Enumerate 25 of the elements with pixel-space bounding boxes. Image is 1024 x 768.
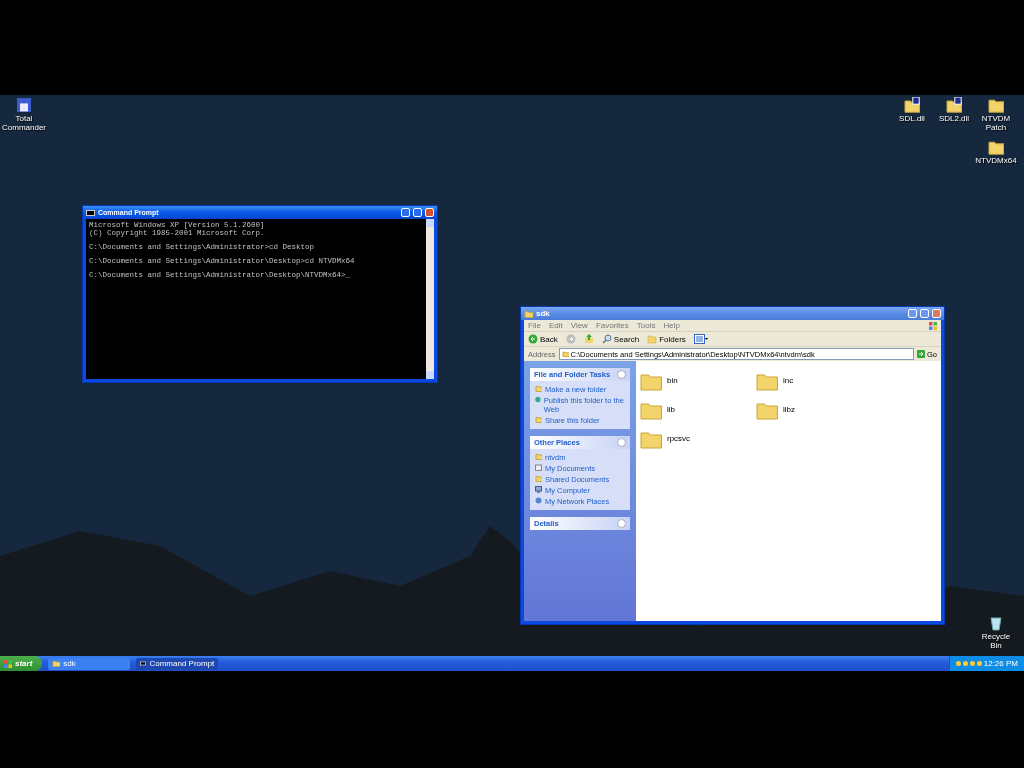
folder-name[interactable]: bin xyxy=(667,376,678,385)
folders-button[interactable]: Folders xyxy=(647,334,686,344)
desktop-icon-label[interactable]: Recycle Bin xyxy=(976,632,1016,650)
clock: 12:26 PM xyxy=(983,659,1018,668)
desktop-icon-label[interactable]: NTVDM Patch xyxy=(976,114,1016,132)
desktop-icon-label[interactable]: NTVDMx64 xyxy=(975,156,1017,165)
desktop-icon-label[interactable]: SDL2.dll xyxy=(938,114,970,123)
folder-name[interactable]: inc xyxy=(783,376,794,385)
folder-name[interactable]: rpcsvc xyxy=(667,434,691,443)
menu-item[interactable]: Tools xyxy=(636,321,656,330)
menu-item[interactable]: Favorites xyxy=(595,321,629,330)
desktop-icon-label[interactable]: Total Commander xyxy=(2,114,46,132)
menu-item[interactable]: File xyxy=(528,321,541,330)
search-button[interactable]: Search xyxy=(601,334,640,344)
menu-item[interactable]: Help xyxy=(663,321,680,330)
start-button[interactable]: start xyxy=(0,656,43,671)
menu-item[interactable]: Edit xyxy=(548,321,563,330)
folder-name[interactable]: libz xyxy=(783,405,795,414)
back-button[interactable]: Back xyxy=(528,334,558,344)
folder-name[interactable]: lib xyxy=(667,405,675,414)
menu-item[interactable]: View xyxy=(570,321,588,330)
desktop-icon-label[interactable]: SDL.dll xyxy=(899,114,925,123)
window-title: sdk xyxy=(536,309,551,318)
taskbar-button[interactable]: Command Prompt xyxy=(136,657,219,670)
taskbar-button[interactable]: sdk xyxy=(48,657,131,670)
